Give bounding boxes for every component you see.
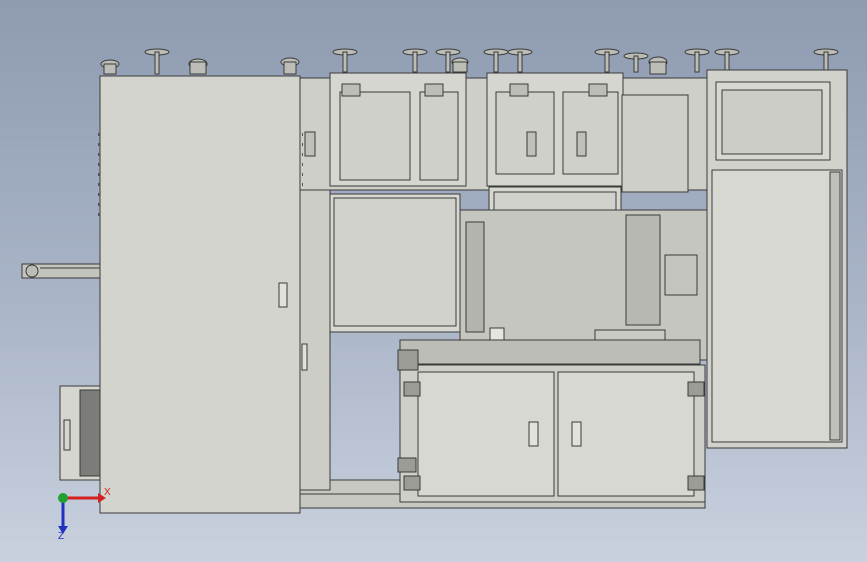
- main-cabinet: [99, 75, 301, 514]
- axis-z-label: Z: [58, 531, 65, 542]
- coordinate-triad: [58, 493, 106, 534]
- cad-graphics-viewport[interactable]: X Z: [0, 0, 867, 562]
- cabinet-handle: [278, 282, 288, 308]
- axis-x-label: X: [104, 487, 111, 498]
- origin-sphere-icon: [58, 493, 68, 503]
- machine-assembly-drawing: [21, 48, 848, 534]
